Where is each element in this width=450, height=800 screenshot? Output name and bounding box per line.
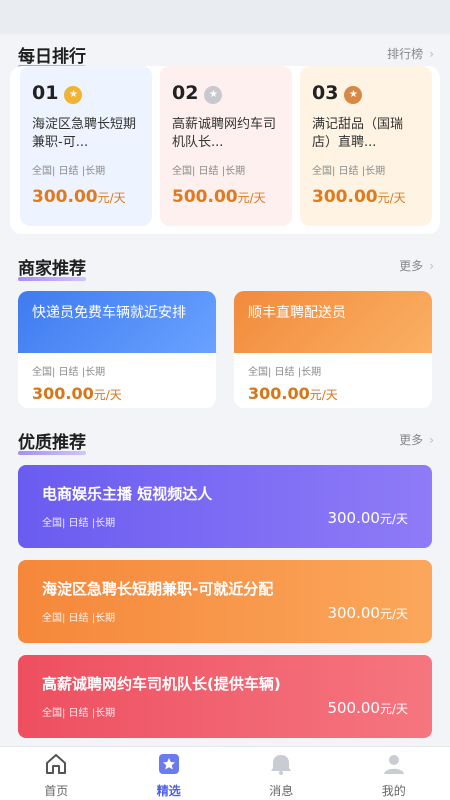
rank-card-2[interactable]: 02 ★ 高薪诚聘网约车司机队长... 全国| 日结 |长期 500.00元/天 (160, 66, 292, 226)
rank-list-link[interactable]: 排行榜 › (387, 45, 434, 62)
message-icon (271, 755, 292, 775)
merchant-tags: 全国| 日结 |长期 (32, 367, 106, 378)
chevron-right-icon: › (429, 259, 434, 273)
tab-label: 我的 (381, 784, 406, 798)
tab-featured[interactable]: 精选 (113, 747, 226, 800)
merchant-card-2[interactable]: 顺丰直聘配送员 全国| 日结 |长期 300.00元/天 (234, 291, 432, 408)
featured-card-3[interactable]: 高薪诚聘网约车司机队长(提供车辆) 全国| 日结 |长期 500.00元/天 (18, 655, 432, 738)
merchant-price: 300.00元/天 (248, 384, 338, 403)
status-bar (0, 0, 450, 34)
rank-title: 海淀区急聘长短期兼职-可... (32, 117, 137, 150)
featured-card-2[interactable]: 海淀区急聘长短期兼职-可就近分配 全国| 日结 |长期 300.00元/天 (18, 560, 432, 643)
rank-title: 满记甜品（国瑞店）直聘... (312, 117, 404, 150)
featured-price: 500.00元/天 (327, 699, 408, 717)
rank-title: 高薪诚聘网约车司机队长... (172, 117, 277, 150)
rank-number: 01 (32, 82, 59, 104)
merchant-tags: 全国| 日结 |长期 (248, 367, 322, 378)
daily-rank-header: 每日排行 排行榜 › (0, 42, 450, 69)
chevron-right-icon: › (429, 47, 434, 61)
rank-card-3[interactable]: 03 ★ 满记甜品（国瑞店）直聘... 全国| 日结 |长期 300.00元/天 (300, 66, 432, 226)
tab-messages[interactable]: 消息 (225, 747, 338, 800)
tab-home[interactable]: 首页 (0, 747, 113, 800)
featured-card-1[interactable]: 电商娱乐主播 短视频达人 全国| 日结 |长期 300.00元/天 (18, 465, 432, 548)
tab-label: 消息 (269, 784, 294, 798)
silver-medal-icon: ★ (204, 86, 223, 104)
rank-number: 03 (312, 82, 339, 104)
merchant-more-link[interactable]: 更多 › (399, 257, 434, 274)
rank-list: 01 ★ 海淀区急聘长短期兼职-可... 全国| 日结 |长期 300.00元/天… (10, 66, 440, 234)
rank-number: 02 (172, 82, 199, 104)
merchant-card-header: 顺丰直聘配送员 (234, 291, 432, 353)
home-icon (46, 754, 67, 774)
rank-price: 500.00元/天 (172, 187, 266, 207)
rank-tags: 全国| 日结 |长期 (32, 166, 106, 177)
quality-title: 优质推荐 (18, 428, 86, 455)
merchant-price: 300.00元/天 (32, 384, 122, 403)
star-icon (158, 754, 179, 774)
merchant-card-1[interactable]: 快递员免费车辆就近安排 全国| 日结 |长期 300.00元/天 (18, 291, 216, 408)
tab-label: 精选 (156, 784, 181, 798)
bronze-medal-icon: ★ (344, 86, 363, 104)
rank-tags: 全国| 日结 |长期 (172, 166, 246, 177)
daily-rank-title: 每日排行 (18, 42, 86, 69)
featured-title: 电商娱乐主播 短视频达人 (42, 485, 213, 503)
merchant-header: 商家推荐 更多 › (0, 254, 450, 281)
chevron-right-icon: › (429, 433, 434, 447)
rank-card-1[interactable]: 01 ★ 海淀区急聘长短期兼职-可... 全国| 日结 |长期 300.00元/天 (20, 66, 152, 226)
gold-medal-icon: ★ (64, 86, 83, 104)
rank-price: 300.00元/天 (32, 187, 126, 207)
featured-title: 海淀区急聘长短期兼职-可就近分配 (42, 580, 274, 598)
merchant-title: 商家推荐 (18, 254, 86, 281)
quality-header: 优质推荐 更多 › (0, 428, 450, 455)
featured-price: 300.00元/天 (327, 604, 408, 622)
bottom-tab-bar: 首页 精选 消息 我的 (0, 746, 450, 800)
quality-more-link[interactable]: 更多 › (399, 431, 434, 448)
rank-tags: 全国| 日结 |长期 (312, 166, 386, 177)
featured-title: 高薪诚聘网约车司机队长(提供车辆) (42, 675, 281, 693)
tab-label: 首页 (44, 784, 69, 798)
profile-icon (383, 755, 404, 774)
tab-profile[interactable]: 我的 (338, 747, 450, 800)
rank-price: 300.00元/天 (312, 187, 406, 207)
featured-price: 300.00元/天 (327, 509, 408, 527)
merchant-card-header: 快递员免费车辆就近安排 (18, 291, 216, 353)
